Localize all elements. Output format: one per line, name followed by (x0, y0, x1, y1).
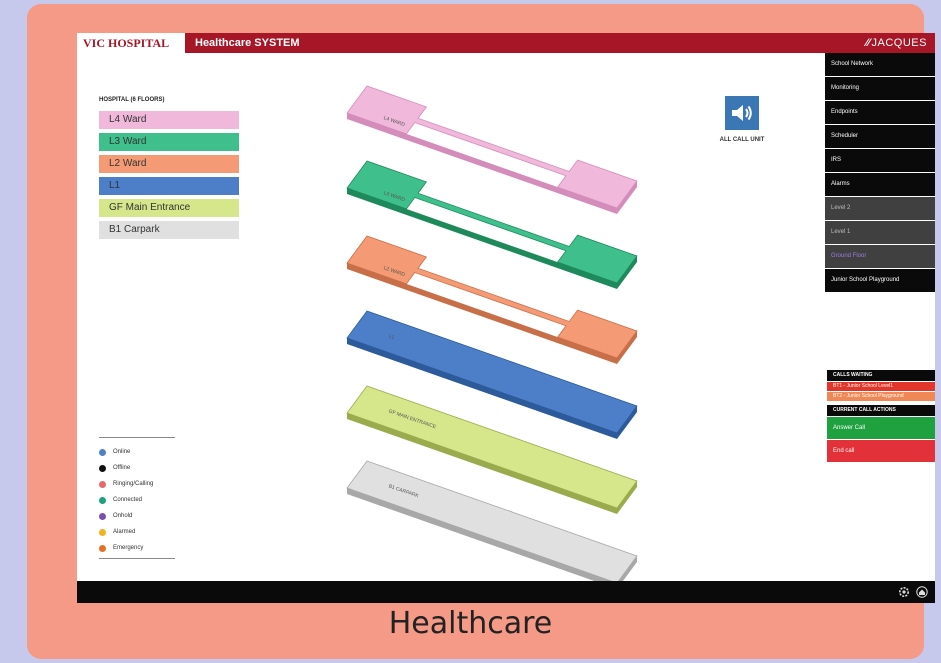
menu-alarms[interactable]: Alarms (825, 173, 935, 196)
floor-stack-group: B1 CARPARKGF MAIN ENTRANCEL1L2 WARDL3 WA… (346, 85, 638, 581)
app-screen: VIC HOSPITAL Healthcare SYSTEM ⁄⁄JACQUES… (77, 33, 935, 603)
menu-level-1[interactable]: Level 1 (825, 221, 935, 244)
calls-panel: CALLS WAITING BT1 - Junior School Level1… (827, 370, 935, 462)
menu-irs[interactable]: IRS (825, 149, 935, 172)
waiting-call-item[interactable]: BT2 - Junior School Playground (827, 392, 935, 401)
product-card: VIC HOSPITAL Healthcare SYSTEM ⁄⁄JACQUES… (27, 4, 935, 659)
call-actions-header: CURRENT CALL ACTIONS (827, 405, 935, 416)
building-floor-stack: B1 CARPARKGF MAIN ENTRANCEL1L2 WARDL3 WA… (346, 85, 638, 581)
settings-icon[interactable] (897, 585, 911, 599)
footer-bar (77, 581, 935, 603)
side-menu: School Network Monitoring Endpoints Sche… (825, 53, 935, 293)
menu-endpoints[interactable]: Endpoints (825, 101, 935, 124)
home-icon[interactable] (915, 585, 929, 599)
menu-ground-floor[interactable]: Ground Floor (825, 245, 935, 268)
menu-school-network[interactable]: School Network (825, 53, 935, 76)
footer-icons (897, 585, 929, 599)
menu-scheduler[interactable]: Scheduler (825, 125, 935, 148)
menu-level-2[interactable]: Level 2 (825, 197, 935, 220)
menu-junior-school-playground[interactable]: Junior School Playground (825, 269, 935, 292)
answer-call-button[interactable]: Answer Call (827, 417, 935, 439)
menu-monitoring[interactable]: Monitoring (825, 77, 935, 100)
calls-waiting-header: CALLS WAITING (827, 370, 935, 381)
end-call-button[interactable]: End call (827, 440, 935, 462)
card-caption: Healthcare (388, 606, 553, 641)
waiting-call-item[interactable]: BT1 - Junior School Level1 (827, 382, 935, 391)
